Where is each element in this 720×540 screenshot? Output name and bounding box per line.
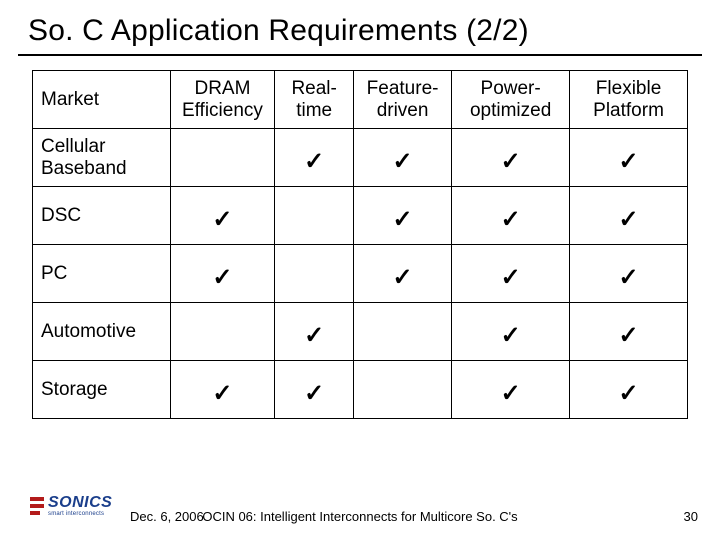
cell: ✓ [570,187,688,245]
col-header: FlexiblePlatform [570,71,688,129]
col-header: Market [33,71,171,129]
requirements-table-wrap: MarketDRAMEfficiencyReal-timeFeature-dri… [32,70,688,419]
check-icon: ✓ [304,365,324,415]
table-row: CellularBaseband ✓ ✓ ✓ ✓ [33,129,688,187]
check-icon: ✓ [501,365,521,415]
col-header: Power-optimized [452,71,570,129]
check-icon: ✓ [393,249,413,299]
cell [170,129,275,187]
cell: ✓ [353,187,451,245]
table-row: Storage ✓ ✓ ✓ ✓ [33,361,688,419]
cell: ✓ [452,187,570,245]
cell: ✓ [275,361,354,419]
check-icon: ✓ [618,365,638,415]
check-icon: ✓ [212,365,232,415]
check-icon: ✓ [618,307,638,357]
check-icon: ✓ [618,133,638,183]
cell: ✓ [452,129,570,187]
title-rule [18,54,702,56]
check-icon: ✓ [304,307,324,357]
row-label: DSC [33,187,171,245]
table-row: Automotive ✓ ✓ ✓ [33,303,688,361]
cell: ✓ [570,361,688,419]
cell: ✓ [570,303,688,361]
table-row: PC ✓ ✓ ✓ ✓ [33,245,688,303]
cell: ✓ [452,361,570,419]
check-icon: ✓ [618,191,638,241]
cell: ✓ [452,245,570,303]
check-icon: ✓ [618,249,638,299]
row-label: Storage [33,361,171,419]
cell [170,303,275,361]
cell: ✓ [275,129,354,187]
table-row: DSC ✓ ✓ ✓ ✓ [33,187,688,245]
cell [275,245,354,303]
row-label: CellularBaseband [33,129,171,187]
col-header: Feature-driven [353,71,451,129]
check-icon: ✓ [501,249,521,299]
cell: ✓ [275,303,354,361]
cell: ✓ [353,245,451,303]
check-icon: ✓ [393,191,413,241]
footer-middle: OCIN 06: Intelligent Interconnects for M… [0,509,720,524]
check-icon: ✓ [501,307,521,357]
row-label: PC [33,245,171,303]
cell: ✓ [570,129,688,187]
cell [353,303,451,361]
check-icon: ✓ [501,191,521,241]
col-header: Real-time [275,71,354,129]
cell: ✓ [570,245,688,303]
footer: SONICS smart interconnects Dec. 6, 2006 … [0,498,720,528]
cell: ✓ [452,303,570,361]
footer-page-number: 30 [684,509,698,524]
check-icon: ✓ [212,249,232,299]
cell [353,361,451,419]
cell [275,187,354,245]
cell: ✓ [170,361,275,419]
check-icon: ✓ [501,133,521,183]
page-title: So. C Application Requirements (2/2) [0,0,720,52]
col-header: DRAMEfficiency [170,71,275,129]
cell: ✓ [170,187,275,245]
check-icon: ✓ [212,191,232,241]
requirements-table: MarketDRAMEfficiencyReal-timeFeature-dri… [32,70,688,419]
check-icon: ✓ [393,133,413,183]
check-icon: ✓ [304,133,324,183]
cell: ✓ [170,245,275,303]
row-label: Automotive [33,303,171,361]
cell: ✓ [353,129,451,187]
